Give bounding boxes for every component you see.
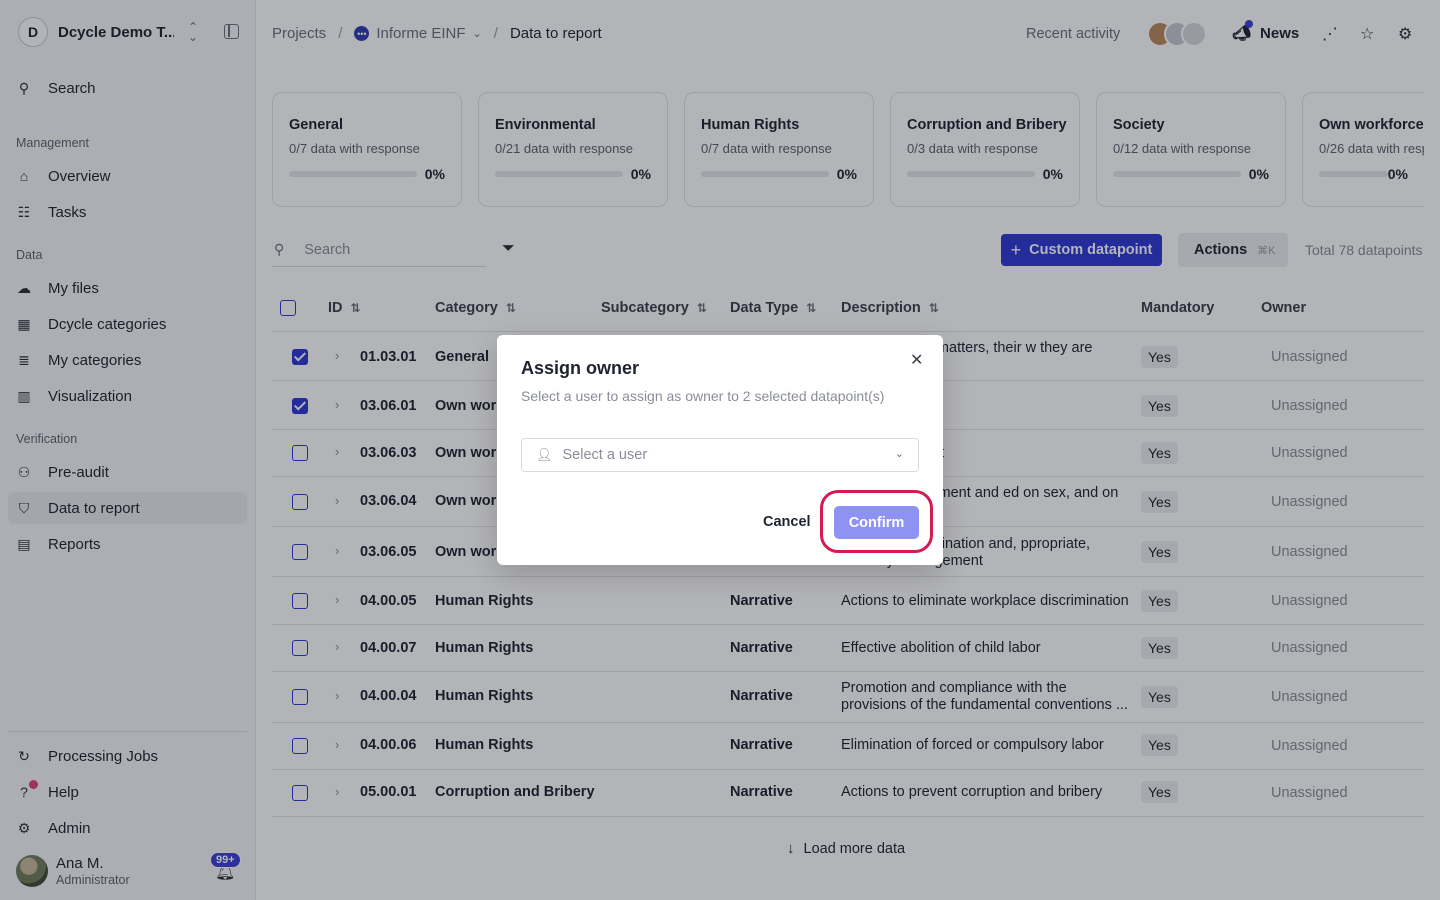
chevron-down-icon: ⌄ <box>894 448 904 460</box>
cancel-button[interactable]: Cancel <box>763 514 811 530</box>
modal-title: Assign owner <box>521 358 640 378</box>
user-icon: 👤︎ <box>536 447 553 462</box>
select-placeholder: Select a user <box>562 447 648 463</box>
user-select[interactable]: 👤︎ Select a user ⌄ <box>521 438 919 472</box>
modal-subtitle: Select a user to assign as owner to 2 se… <box>521 388 885 404</box>
close-icon[interactable]: ✕ <box>910 350 923 370</box>
assign-owner-modal: Assign owner Select a user to assign as … <box>497 335 943 565</box>
confirm-highlight-ring <box>820 490 933 553</box>
